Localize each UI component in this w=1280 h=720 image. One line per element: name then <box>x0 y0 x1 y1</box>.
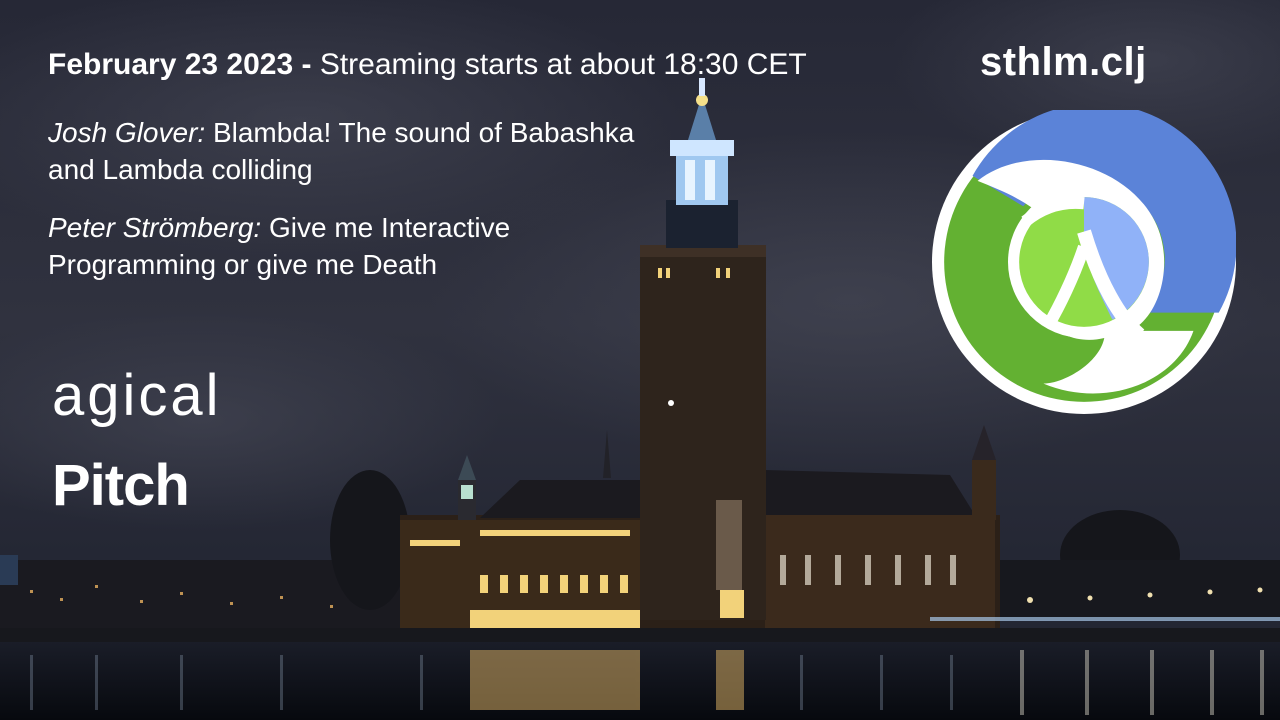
talk-1: Josh Glover: Blambda! The sound of Babas… <box>48 114 648 188</box>
event-date: February 23 2023 - <box>48 48 312 81</box>
event-date-line: February 23 2023 - Streaming starts at a… <box>48 48 807 82</box>
brand-name: sthlm.clj <box>980 40 1147 84</box>
clojure-logo-icon <box>932 110 1236 414</box>
talk-2-speaker: Peter Strömberg: <box>48 212 262 243</box>
talk-1-speaker: Josh Glover: <box>48 117 206 148</box>
sponsor-pitch-logo: Pitch <box>52 453 190 518</box>
sponsor-agical-logo: agical <box>52 363 222 428</box>
streaming-time: Streaming starts at about 18:30 CET <box>319 48 807 81</box>
talk-2: Peter Strömberg: Give me Interactive Pro… <box>48 209 648 283</box>
